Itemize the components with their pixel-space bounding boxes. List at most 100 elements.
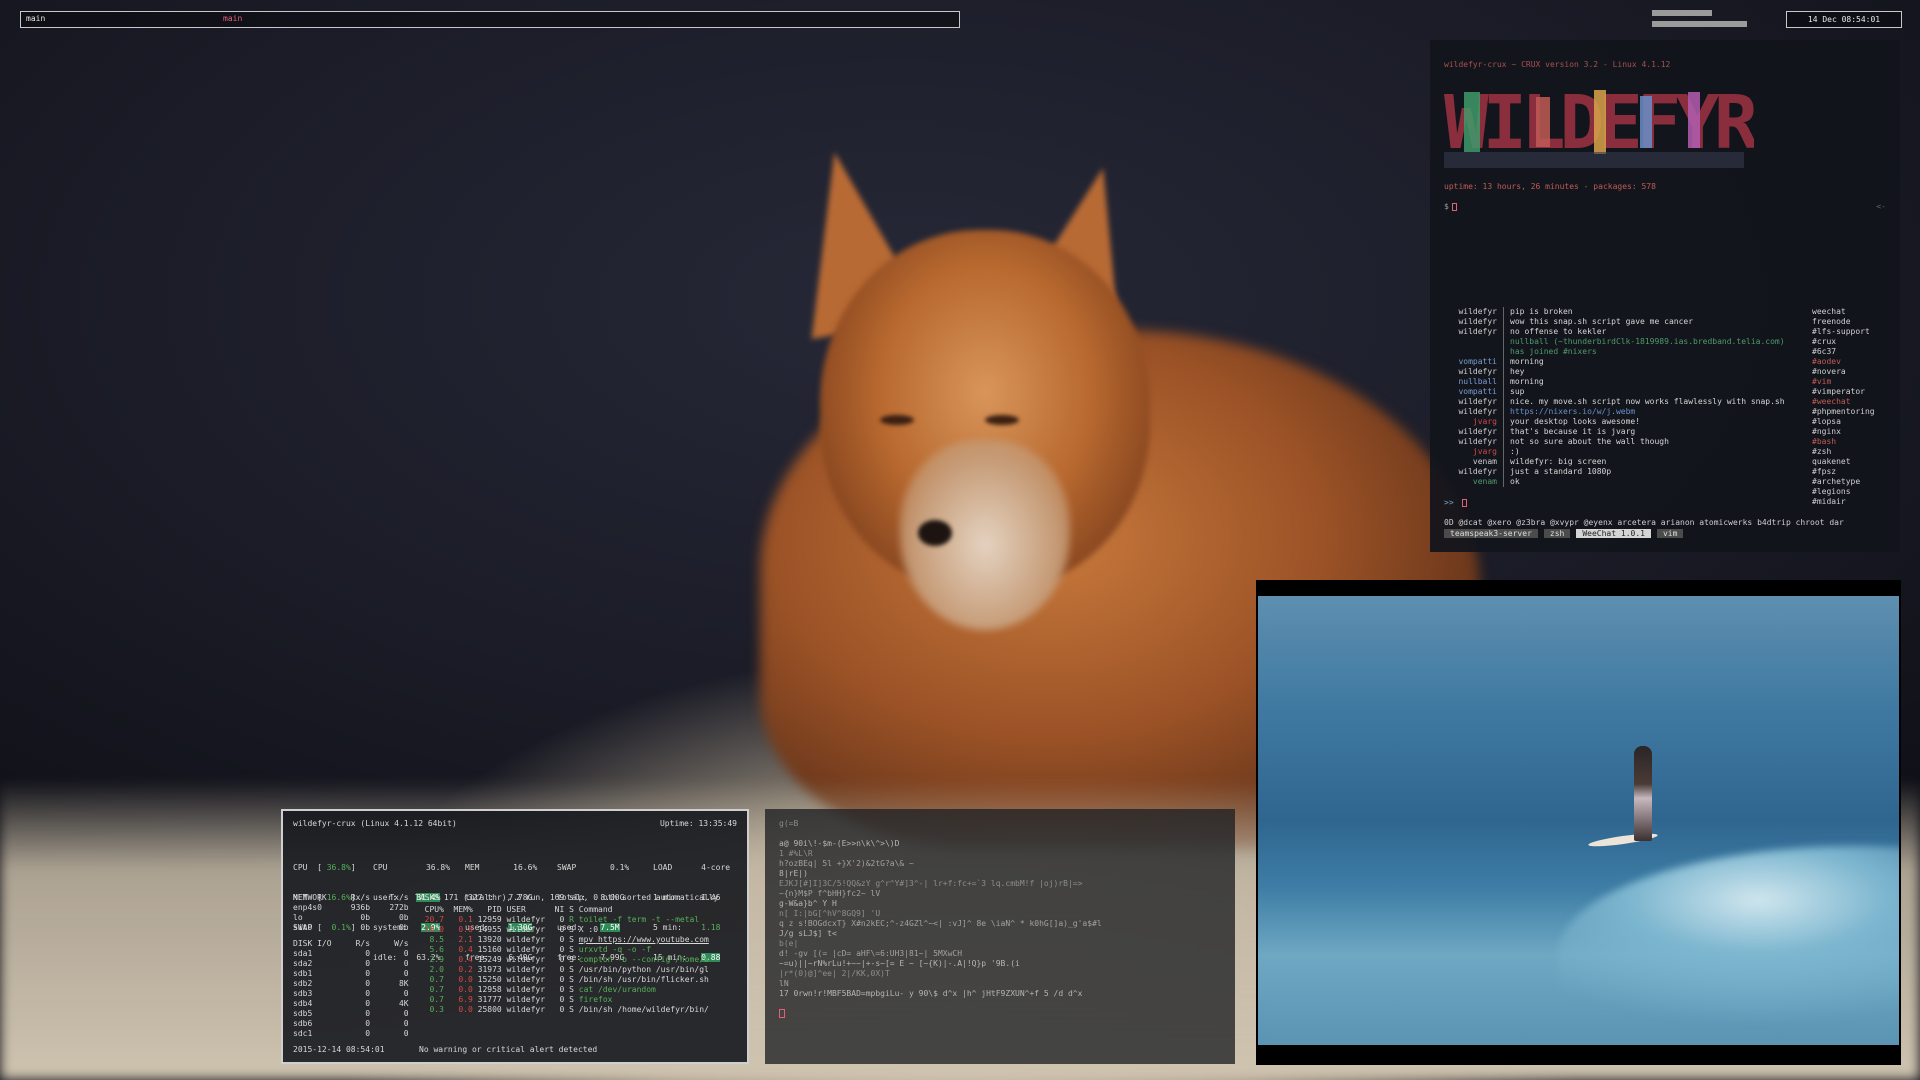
chat-message: morning [1510, 377, 1544, 386]
tmux-tab[interactable]: zsh [1543, 529, 1571, 538]
video-frame[interactable] [1258, 596, 1899, 1045]
chat-nick: vompatti [1444, 387, 1504, 397]
load-title: LOAD [653, 863, 673, 872]
chat-nick [1444, 347, 1504, 357]
buffer-item[interactable]: #aodev [1812, 357, 1875, 367]
buffer-item[interactable]: #nginx [1812, 427, 1875, 437]
terminal-line: J/g sLJ$] t< [779, 929, 837, 938]
cursor [1461, 498, 1467, 507]
buffer-item[interactable]: #fpsz [1812, 467, 1875, 477]
disk-row: sda1 0 0 [293, 949, 409, 958]
chat-nick: wildefyr [1444, 437, 1504, 447]
chat-message: wow this snap.sh script gave me cancer [1510, 317, 1694, 326]
buffer-item[interactable]: #legions [1812, 487, 1875, 497]
chat-nick: venam [1444, 477, 1504, 487]
process-table: CPU% MEM% PID USER NI S Command 20.7 0.1… [415, 905, 709, 1015]
alert-message: No warning or critical alert detected [419, 1045, 598, 1054]
buffer-item[interactable]: #lfs-support [1812, 327, 1875, 337]
buffer-item[interactable]: #crux [1812, 337, 1875, 347]
tmux-tab[interactable]: WeeChat 1.0.1 [1576, 529, 1651, 538]
chat-message: your desktop looks awesome! [1510, 417, 1641, 426]
chat-message: nullball (~thunderbirdClk-1819989.ias.br… [1510, 337, 1785, 346]
terminal-line: 8|rE|) [779, 869, 808, 878]
buffer-item[interactable]: #midair [1812, 497, 1875, 507]
chat-nick: wildefyr [1444, 397, 1504, 407]
terminal-line: q z s!BOGdcxT} X#n2kEC;^-z4GZl^~<| :vJ]^… [779, 919, 1102, 928]
terminal-line: b(e| [779, 939, 799, 948]
buffer-item[interactable]: weechat [1812, 307, 1875, 317]
chat-nick: wildefyr [1444, 317, 1504, 327]
buffer-item[interactable]: #novera [1812, 367, 1875, 377]
network-row: lo 0b 0b [293, 913, 409, 922]
disk-row: sdb3 0 0 [293, 989, 409, 998]
tasks-summary: TASKS 171 (327 thr), 2 run, 169 slp, 0 o… [415, 893, 719, 902]
terminal-line: lN [779, 979, 789, 988]
terminal-line: g-W&a}b^ Y H [779, 899, 837, 908]
terminal-line: g(=B [779, 819, 799, 828]
disk-row: sdb5 0 0 [293, 1009, 409, 1018]
shell-prompt[interactable]: $ [1444, 202, 1457, 211]
terminal-line: EJKJ[#]I]3C/5!QQ&zY g^r^Y#]3^-| lr+f:fc+… [779, 879, 1083, 888]
process-row[interactable]: 20.7 0.1 12959 wildefyr 0 R toilet -f te… [415, 915, 709, 925]
fox-nose [918, 520, 952, 546]
status-bar-2 [1652, 21, 1747, 27]
buffer-item[interactable]: #vim [1812, 377, 1875, 387]
process-row[interactable]: 2.0 0.2 31973 wildefyr 0 S /usr/bin/pyth… [415, 965, 708, 975]
network-header: NETWORK Rx/s Tx/s [293, 893, 409, 902]
terminal-header: wildefyr-crux ~ CRUX version 3.2 - Linux… [1444, 60, 1671, 69]
cpu-title: CPU [373, 863, 388, 872]
disk-row: sdb1 0 0 [293, 969, 409, 978]
disk-row: sdb4 0 4K [293, 999, 409, 1008]
process-row[interactable]: 0.7 0.0 15250 wildefyr 0 S /bin/sh /usr/… [415, 975, 708, 985]
chat-message: that's because it is jvarg [1510, 427, 1636, 436]
tmux-tab[interactable]: vim [1656, 529, 1684, 538]
process-row[interactable]: 18.0 0.8 14955 wildefyr 0 S X :0 [415, 925, 709, 935]
chat-message: https://nixers.io/w/j.webm [1510, 407, 1636, 416]
window-title: main [223, 14, 243, 23]
quicklook-cpu-label: CPU [293, 863, 308, 872]
buffer-item[interactable]: quakenet [1812, 457, 1875, 467]
uptime-text: uptime: 13 hours, 26 minutes - packages:… [1444, 182, 1656, 191]
chat-message: has joined #nixers [1510, 347, 1597, 356]
hotlist-bar: 0D @dcat @xero @z3bra @xvypr @eyenx arce… [1444, 518, 1844, 527]
process-row[interactable]: 2.9 0.4 15249 wildefyr 0 S compton -b --… [415, 955, 708, 965]
buffer-item[interactable]: #phpmentoring [1812, 407, 1875, 417]
process-row[interactable]: 0.3 0.0 25800 wildefyr 0 S /bin/sh /home… [415, 1005, 708, 1015]
workspace-current[interactable]: main [26, 14, 45, 23]
chat-nick: wildefyr [1444, 327, 1504, 337]
buffer-item[interactable]: #6c37 [1812, 347, 1875, 357]
process-header: CPU% MEM% PID USER NI S Command [415, 905, 613, 914]
chat-nick [1444, 337, 1504, 347]
workspace-bar[interactable]: main main [20, 11, 960, 28]
network-row: enp4s0 936b 272b [293, 903, 409, 912]
terminal-line: h?ozBEq| 5l +}X'2)&2tG?a\& ~ [779, 859, 914, 868]
buffer-item[interactable]: #archetype [1812, 477, 1875, 487]
process-row[interactable]: 0.7 0.0 12958 wildefyr 0 S cat /dev/uran… [415, 985, 709, 995]
glances-monitor[interactable]: wildefyr-crux (Linux 4.1.12 64bit) Uptim… [281, 809, 749, 1064]
buffer-item[interactable]: #lopsa [1812, 417, 1875, 427]
process-row[interactable]: 0.7 6.9 31777 wildefyr 0 S firefox [415, 995, 709, 1005]
buffer-item[interactable]: freenode [1812, 317, 1875, 327]
terminal-line: 17 0rwn!r!MBF5BAD=mpbgiLu- y 90\$ d^x |h… [779, 989, 1083, 998]
terminal-line: ~{n}M$P f^bHH}fc2~ lV [779, 889, 881, 898]
disk-row: sdc1 0 0 [293, 1029, 409, 1038]
chat-message: ok [1510, 477, 1520, 486]
tmux-tabs[interactable]: teamspeak3-server zsh WeeChat 1.0.1 vim [1444, 529, 1689, 538]
buffer-list: weechat freenode #lfs-support #crux #6c37 #ao… [1812, 307, 1875, 507]
arrow-indicator: <- [1876, 202, 1886, 211]
buffer-item[interactable]: #bash [1812, 437, 1875, 447]
terminal-weechat[interactable]: wildefyr-crux ~ CRUX version 3.2 - Linux… [1430, 40, 1900, 552]
buffer-item[interactable]: #vimperator [1812, 387, 1875, 397]
buffer-item[interactable]: #weechat [1812, 397, 1875, 407]
terminal-urandom[interactable]: g(=B a@ 90i\!-$m-(E>>n\k\^>\)D 1 #%L\R h?… [765, 809, 1235, 1064]
buffer-item[interactable]: #zsh [1812, 447, 1875, 457]
terminal-line: |r*(0)@]^ee| 2|/KK,0X)T [779, 969, 890, 978]
tmux-tab[interactable]: teamspeak3-server [1444, 529, 1538, 538]
prompt-symbol: $ [1444, 202, 1449, 211]
chat-input[interactable]: >> [1444, 498, 1467, 507]
process-row[interactable]: 8.5 2.1 13920 wildefyr 0 S mpv https://w… [415, 935, 708, 945]
process-row[interactable]: 5.6 0.4 15160 wildefyr 0 S urxvtd -q -o … [415, 945, 709, 955]
video-player[interactable] [1256, 580, 1901, 1065]
network-section: NETWORK Rx/s Tx/s enp4s0 936b 272b lo 0b 0… [293, 893, 409, 933]
